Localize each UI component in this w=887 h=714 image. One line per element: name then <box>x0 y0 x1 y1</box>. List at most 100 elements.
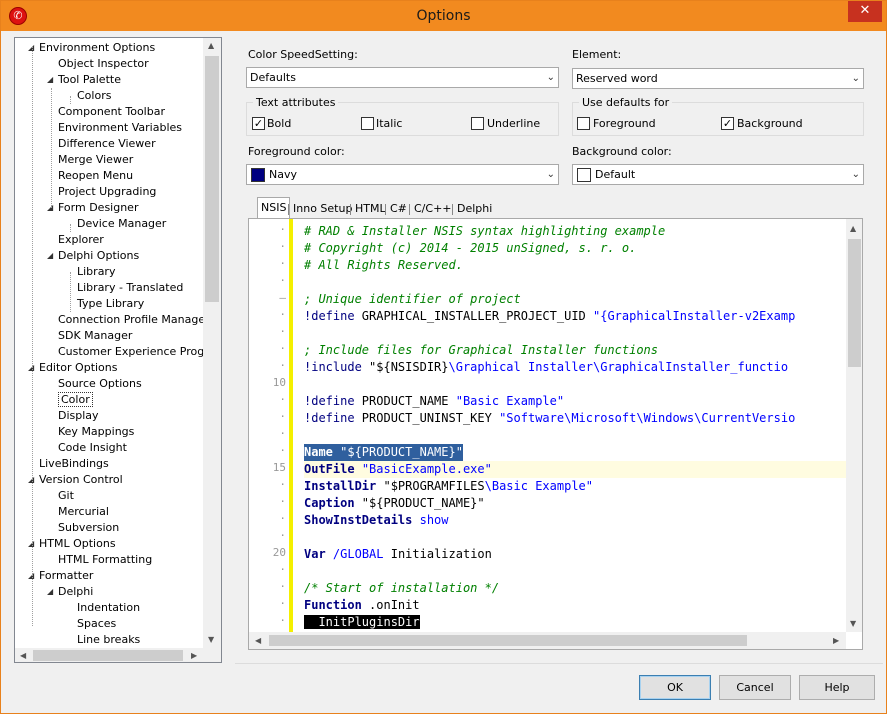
tab-html[interactable]: HTML <box>355 199 386 219</box>
gutter-dot: · <box>279 495 286 508</box>
gutter-dot: · <box>279 308 286 321</box>
tree-item[interactable]: Source Options <box>58 376 142 392</box>
tree-item[interactable]: Project Upgrading <box>58 184 156 200</box>
gutter-dot: · <box>279 614 286 627</box>
tree-item[interactable]: HTML Formatting <box>58 552 152 568</box>
tree-item[interactable]: Code Insight <box>58 440 127 456</box>
tree-item[interactable]: Library - Translated <box>77 280 183 296</box>
code-token: "${NSISDIR} <box>361 360 449 374</box>
editor-horizontal-scrollbar[interactable]: ◀ ▶ <box>249 632 846 649</box>
gutter-dot: · <box>279 529 286 542</box>
tree-item[interactable]: Subversion <box>58 520 119 536</box>
tab-inno-setup[interactable]: Inno Setup <box>293 199 352 219</box>
foreground-default-checkbox[interactable] <box>577 117 590 130</box>
tree-item[interactable]: Customer Experience Program <box>58 344 203 360</box>
underline-label[interactable]: Underline <box>487 117 540 130</box>
tree-item[interactable]: Explorer <box>58 232 104 248</box>
tree-item[interactable]: SDK Manager <box>58 328 132 344</box>
tree-item-label: Subversion <box>58 521 120 534</box>
scroll-down-icon[interactable]: ▼ <box>208 635 214 644</box>
italic-label[interactable]: Italic <box>376 117 402 130</box>
color-speed-value: Defaults <box>250 71 296 84</box>
scroll-up-icon[interactable]: ▲ <box>850 224 856 233</box>
tree-item[interactable]: Component Toolbar <box>58 104 165 120</box>
code-preview-editor[interactable]: · · · · – · · · · 10 · · · · 15 · · · · 20 · · · · # RAD & Inst… <box>248 218 863 650</box>
help-button[interactable]: Help <box>799 675 875 700</box>
tree-item[interactable]: Device Manager <box>77 216 166 232</box>
tree-item[interactable]: ◢ Editor Options <box>28 360 118 376</box>
tree-item[interactable]: Spaces <box>77 616 116 632</box>
scroll-down-icon[interactable]: ▼ <box>850 619 856 628</box>
bold-checkbox[interactable]: ✓ <box>252 117 265 130</box>
collapse-icon[interactable]: ◢ <box>47 248 53 264</box>
scroll-left-icon[interactable]: ◀ <box>20 651 26 660</box>
tree-item[interactable]: Colors <box>77 88 111 104</box>
collapse-icon[interactable]: ◢ <box>47 584 53 600</box>
tree-item[interactable]: Connection Profile Manager <box>58 312 203 328</box>
code-line: !define GRAPHICAL_INSTALLER_PROJECT_UID … <box>304 308 795 325</box>
foreground-default-label[interactable]: Foreground <box>593 117 656 130</box>
cancel-button[interactable]: Cancel <box>719 675 791 700</box>
element-select[interactable]: Reserved word ⌄ <box>572 68 864 89</box>
tree-item[interactable]: Difference Viewer <box>58 136 156 152</box>
tree-item[interactable]: Indentation <box>77 600 140 616</box>
tree-item[interactable]: ◢ Delphi Options <box>47 248 139 264</box>
editor-vertical-scrollbar[interactable]: ▲ ▼ <box>846 219 862 632</box>
code-area[interactable]: # RAD & Installer NSIS syntax highlighti… <box>304 219 846 632</box>
tree-hscroll-thumb[interactable] <box>33 650 183 661</box>
color-speed-select[interactable]: Defaults ⌄ <box>246 67 559 88</box>
bold-label[interactable]: Bold <box>267 117 291 130</box>
scroll-left-icon[interactable]: ◀ <box>255 636 261 645</box>
tree-item[interactable]: ◢ Delphi <box>47 584 93 600</box>
code-token: !include <box>304 360 362 374</box>
editor-scroll-thumb[interactable] <box>848 239 861 367</box>
tab-delphi[interactable]: Delphi <box>457 199 492 219</box>
tree-item[interactable]: ◢ Tool Palette <box>47 72 121 88</box>
tab-cpp[interactable]: C/C++ <box>414 199 452 219</box>
tree-item[interactable]: Type Library <box>77 296 144 312</box>
tree-item[interactable]: ◢ Version Control <box>28 472 123 488</box>
tree-item-label: Component Toolbar <box>58 105 165 118</box>
tree-item[interactable]: ◢ HTML Options <box>28 536 116 552</box>
tree-item[interactable]: ◢ Form Designer <box>47 200 138 216</box>
tree-item-label: HTML Formatting <box>58 553 153 566</box>
ok-button[interactable]: OK <box>639 675 711 700</box>
tree-item[interactable]: Line breaks <box>77 632 140 648</box>
tree-item[interactable]: Color <box>58 392 93 408</box>
tree-guide-line <box>70 224 71 232</box>
tree-item[interactable]: Merge Viewer <box>58 152 133 168</box>
code-token: \Basic Example" <box>484 479 593 493</box>
tree-vertical-scrollbar[interactable]: ▲ ▼ <box>203 38 221 648</box>
foreground-color-select[interactable]: Navy ⌄ <box>246 164 559 185</box>
background-default-checkbox[interactable]: ✓ <box>721 117 734 130</box>
scroll-right-icon[interactable]: ▶ <box>191 651 197 660</box>
tree-item-label: Display <box>58 409 99 422</box>
tree-item[interactable]: Key Mappings <box>58 424 134 440</box>
background-default-label[interactable]: Background <box>737 117 803 130</box>
italic-checkbox[interactable] <box>361 117 374 130</box>
tree-horizontal-scrollbar[interactable]: ◀ ▶ <box>15 648 203 662</box>
scroll-up-icon[interactable]: ▲ <box>208 41 214 50</box>
tree-scroll-thumb[interactable] <box>205 56 219 302</box>
tab-nsis[interactable]: NSIS <box>257 197 291 219</box>
tree-item[interactable]: Mercurial <box>58 504 109 520</box>
tab-csharp[interactable]: C# <box>390 199 407 219</box>
code-token: ; Include files for Graphical Installer … <box>304 343 659 357</box>
tree-item[interactable]: Library <box>77 264 115 280</box>
tree-item[interactable]: LiveBindings <box>39 456 109 472</box>
code-token: /GLOBAL <box>332 547 384 561</box>
tree-item[interactable]: ◢ Environment Options <box>28 40 155 56</box>
tree-item[interactable]: Git <box>58 488 74 504</box>
underline-checkbox[interactable] <box>471 117 484 130</box>
tree-item[interactable]: ◢ Formatter <box>28 568 93 584</box>
editor-hscroll-thumb[interactable] <box>269 635 747 646</box>
close-button[interactable]: ✕ <box>848 1 882 22</box>
scroll-right-icon[interactable]: ▶ <box>833 636 839 645</box>
tree-item[interactable]: Environment Variables <box>58 120 182 136</box>
tree-item[interactable]: Reopen Menu <box>58 168 133 184</box>
tree-item[interactable]: Display <box>58 408 99 424</box>
tree-item[interactable]: Object Inspector <box>58 56 149 72</box>
background-color-select[interactable]: Default ⌄ <box>572 164 864 185</box>
options-tree[interactable]: ◢ Environment Options Object Inspector ◢ Too… <box>14 37 222 663</box>
collapse-icon[interactable]: ◢ <box>47 72 53 88</box>
